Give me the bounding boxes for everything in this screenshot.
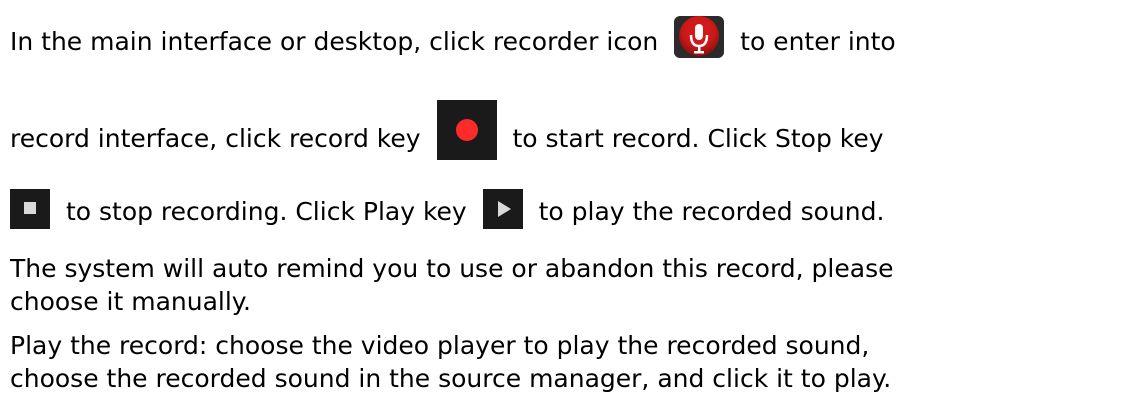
recorder-icon bbox=[674, 16, 725, 58]
record-key-icon bbox=[436, 100, 497, 160]
line-6-text: Play the record: choose the video player… bbox=[10, 331, 870, 360]
line-1-text-a: In the main interface or desktop, click … bbox=[10, 27, 659, 56]
line-3-text-a: to stop recording. Click Play key bbox=[65, 197, 467, 226]
paragraph-line-3: to stop recording. Click Play key to pla… bbox=[10, 189, 885, 233]
line-7-text: choose the recorded sound in the source … bbox=[10, 364, 892, 393]
line-2-text-a: record interface, click record key bbox=[10, 124, 421, 153]
line-5-text: choose it manually. bbox=[10, 287, 251, 316]
paragraph-line-6: Play the record: choose the video player… bbox=[10, 331, 869, 361]
line-1-text-b: to enter into bbox=[740, 27, 896, 56]
play-key-icon bbox=[482, 189, 523, 229]
line-4-text: The system will auto remind you to use o… bbox=[10, 254, 894, 283]
paragraph-line-5: choose it manually. bbox=[10, 287, 251, 317]
paragraph-line-2: record interface, click record key to st… bbox=[10, 100, 884, 170]
stop-key-icon bbox=[10, 189, 50, 229]
line-2-text-b: to start record. Click Stop key bbox=[512, 124, 884, 153]
paragraph-line-4: The system will auto remind you to use o… bbox=[10, 254, 893, 284]
paragraph-line-1: In the main interface or desktop, click … bbox=[10, 16, 896, 64]
line-3-text-b: to play the recorded sound. bbox=[538, 197, 885, 226]
paragraph-line-7: choose the recorded sound in the source … bbox=[10, 364, 891, 394]
